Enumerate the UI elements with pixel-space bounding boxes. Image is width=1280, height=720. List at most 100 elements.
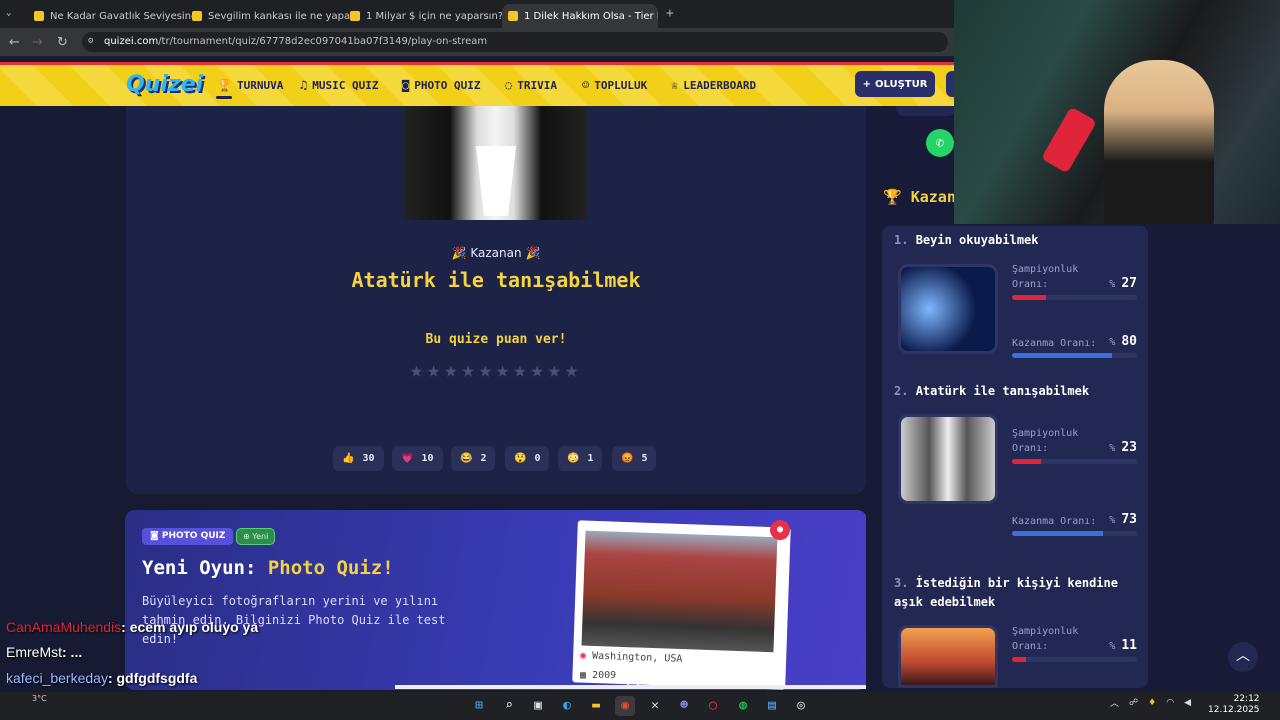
plus-icon: + [862,78,871,90]
leaderboard-heading: 🏆 Kazan [883,188,956,206]
tab-list-chevron-icon[interactable]: ⌄ [6,8,20,20]
new-tab-plus-icon[interactable]: + [666,6,674,21]
winner-title: Atatürk ile tanışabilmek [351,268,641,292]
create-button[interactable]: + OLUŞTUR [855,71,935,97]
taskbar-clock[interactable]: 22:12 12.12.2025 [1208,694,1260,716]
champ-label: Şampiyonluk Oranı: [1012,264,1079,290]
folder-icon[interactable]: ▬ [586,696,606,716]
win-rate-bar [1012,531,1137,536]
rating-star-icon[interactable]: ★ [496,358,513,383]
microphone-icon[interactable]: ♦ [1148,698,1156,708]
rank-number: 1. [894,233,909,247]
forward-arrow-icon[interactable]: → [32,35,43,50]
volume-icon[interactable]: ◀ [1184,698,1191,708]
users-icon: ☺ [582,78,590,92]
chrome-icon[interactable]: ◉ [615,696,635,716]
discord-icon[interactable]: ☻ [674,696,694,716]
photo-year: ▦ 2009 [580,670,616,681]
nav-active-indicator [216,96,232,99]
camera-icon: ◙ [402,78,410,92]
system-tray[interactable]: ︿ ☍ ♦ ◠ ◀ [1110,696,1191,710]
reload-icon[interactable]: ↻ [57,35,68,50]
reaction-button[interactable]: 😂 2 [451,446,496,471]
win-label: Kazanma Oranı: [1012,338,1097,349]
item-title: İstediğin bir kişiyi kendine aşık edebil… [894,576,1118,609]
champ-value: 23 [1121,440,1137,455]
chevron-up-icon[interactable]: ︿ [626,670,640,690]
reaction-emoji-icon: 👍 [342,453,355,464]
notepad-icon[interactable]: ▤ [762,696,782,716]
url-input[interactable]: quizei.com/tr/tournament/quiz/67778d2ec0… [82,32,948,52]
obs-icon[interactable]: ◎ [791,696,811,716]
chevron-up-icon[interactable]: ︿ [1110,696,1119,709]
site-settings-icon[interactable]: ⚙ [88,36,93,46]
rank-number: 3. [894,576,909,590]
browser-tab-1[interactable]: Ne Kadar Gavatlık Seviyesindes✕ [28,4,198,28]
rating-star-icon[interactable]: ★ [444,358,461,383]
location-pin-icon: ● [770,520,790,540]
reaction-button[interactable]: 👍 30 [333,446,384,471]
reaction-emoji-icon: 😡 [621,453,634,464]
opera-icon[interactable]: ◯ [703,696,723,716]
badge-label: PHOTO QUIZ [161,531,226,541]
rating-star-icon[interactable]: ★ [548,358,565,383]
edge-icon[interactable]: ◐ [557,696,577,716]
reaction-button[interactable]: 💗 10 [392,446,443,471]
win-rate-row: Kazanma Oranı:% 80 [1012,334,1137,349]
wifi-icon[interactable]: ◠ [1166,698,1174,708]
site-logo[interactable]: Quizei [126,72,203,97]
leaderboard-item-title[interactable]: 2. Atatürk ile tanışabilmek [894,382,1134,401]
nav-music-quiz[interactable]: ♫ MUSIC QUIZ [300,78,378,92]
back-arrow-icon[interactable]: ← [9,35,20,50]
rating-star-icon[interactable]: ★ [565,358,582,383]
chat-message: kafeci_berkeday: gdfgdfsgdfa [6,670,197,686]
rating-star-icon[interactable]: ★ [479,358,496,383]
spotify-icon[interactable]: ◍ [733,696,753,716]
win-rate-row: Kazanma Oranı:% 73 [1012,512,1137,527]
nav-turnuva[interactable]: 🏆 TURNUVA [217,78,283,92]
reaction-emoji-icon: 😂 [460,453,473,464]
reaction-emoji-icon: 😲 [514,453,527,464]
nav-label: PHOTO QUIZ [414,78,481,92]
network-icon[interactable]: ☍ [1129,698,1138,708]
reaction-button[interactable]: 😳 1 [558,446,603,471]
reaction-count: 0 [534,453,541,464]
map-marker-icon: ◉ [579,650,587,662]
scroll-to-top-button[interactable]: ︿ [1228,642,1258,672]
nav-topluluk[interactable]: ☺ TOPLULUK [582,78,647,92]
nav-leaderboard[interactable]: ♕ LEADERBOARD [671,78,756,92]
rating-star-icon[interactable]: ★ [513,358,530,383]
nav-trivia[interactable]: ◌ TRIVIA [505,78,557,92]
url-path: /tr/tournament/quiz/67778d2ec097041ba07f… [158,36,488,47]
nav-label: TRIVIA [517,78,557,92]
reaction-button[interactable]: 😲 0 [505,446,550,471]
rate-prompt: Bu quize puan ver! [425,332,567,347]
chat-text: : gdfgdfsgdfa [107,670,198,686]
url-domain: quizei.com [104,36,159,47]
search-icon[interactable]: ⌕ [499,696,519,716]
rating-star-icon[interactable]: ★ [427,358,444,383]
browser-tab-3[interactable]: 1 Milyar $ için ne yaparsın? - Ti✕ [344,4,514,28]
leaderboard-item-title[interactable]: 1. Beyin okuyabilmek [894,231,1134,250]
nav-photo-quiz[interactable]: ◙ PHOTO QUIZ [402,78,480,92]
leaderboard-item-title[interactable]: 3. İstediğin bir kişiyi kendine aşık ede… [894,574,1134,612]
start-icon[interactable]: ⊞ [469,696,489,716]
browser-tab-4-active[interactable]: 1 Dilek Hakkım Olsa - Tier List, 1✕ [502,4,658,28]
win-rate-fill [1012,531,1104,536]
whatsapp-icon[interactable]: ✆ [926,129,954,157]
x-app-icon[interactable]: ✕ [645,696,665,716]
reaction-button[interactable]: 😡 5 [612,446,657,471]
rating-star-icon[interactable]: ★ [410,358,427,383]
weather-widget[interactable]: 3°C [32,694,47,703]
task-view-icon[interactable]: ▣ [528,696,548,716]
rating-star-icon[interactable]: ★ [462,358,479,383]
music-note-icon: ♫ [300,78,308,92]
tab-title: 1 Milyar $ için ne yaparsın? - Ti [366,10,514,22]
reaction-count: 2 [480,453,487,464]
rating-star-icon[interactable]: ★ [531,358,548,383]
star-rating[interactable]: ★★★★★★★★★★ [126,358,866,383]
browser-tab-2[interactable]: Sevgilim kankası ile ne yapama✕ [186,4,356,28]
trophy-icon: 🏆 [217,78,232,92]
reaction-emoji-icon: 💗 [401,453,414,464]
chat-message: CanAmaMuhendis: ecem ayıp oluyo ya [6,619,258,635]
